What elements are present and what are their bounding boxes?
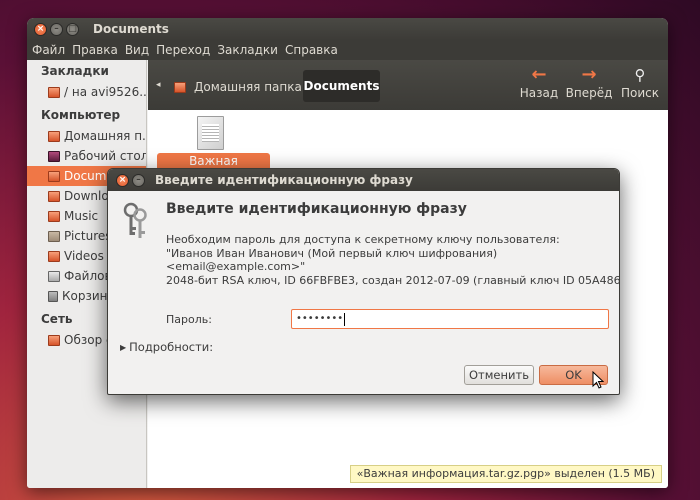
network-icon bbox=[48, 334, 60, 346]
breadcrumb-current[interactable]: Documents bbox=[303, 70, 380, 102]
dialog-title: Введите идентификационную фразу bbox=[155, 173, 413, 187]
home-folder-icon bbox=[48, 86, 60, 98]
sidebar-item-label: Pictures bbox=[64, 229, 112, 243]
menu-bookmarks[interactable]: Закладки bbox=[217, 43, 278, 57]
search-button[interactable]: ⚲ Поиск bbox=[615, 60, 665, 110]
breadcrumb-left-arrow-icon[interactable]: ◂ bbox=[156, 80, 161, 90]
info-line: Необходим пароль для доступа к секретном… bbox=[166, 233, 560, 246]
home-folder-icon bbox=[48, 130, 60, 142]
forward-button[interactable]: → Вперёд bbox=[563, 60, 615, 110]
menubar: Файл Правка Вид Переход Закладки Справка bbox=[27, 40, 668, 60]
folder-icon bbox=[48, 190, 60, 202]
sidebar-heading-computer: Компьютер bbox=[41, 108, 121, 122]
folder-icon bbox=[48, 170, 60, 182]
home-folder-icon bbox=[174, 81, 186, 93]
mouse-pointer-icon bbox=[592, 371, 604, 389]
sidebar-item-label: Videos bbox=[64, 249, 104, 263]
back-label: Назад bbox=[519, 86, 559, 100]
sidebar-item-label: Music bbox=[64, 209, 99, 223]
search-label: Поиск bbox=[620, 86, 659, 100]
password-input[interactable]: •••••••• bbox=[291, 309, 609, 329]
keys-icon bbox=[123, 202, 147, 238]
status-bar: «Важная информация.tar.gz.pgp» выделен (… bbox=[349, 465, 662, 483]
dialog-info: Необходим пароль для доступа к секретном… bbox=[166, 233, 620, 287]
menu-view[interactable]: Вид bbox=[125, 43, 149, 57]
window-title: Documents bbox=[93, 22, 169, 36]
close-icon[interactable]: × bbox=[34, 22, 47, 36]
forward-arrow-icon: → bbox=[581, 64, 597, 85]
back-arrow-icon: ← bbox=[531, 64, 547, 85]
cancel-button[interactable]: Отменить bbox=[464, 365, 534, 385]
sidebar-item-bookmark[interactable]: / на avi9526... bbox=[27, 82, 146, 102]
text-caret bbox=[344, 312, 346, 326]
folder-icon bbox=[48, 210, 60, 222]
menu-edit[interactable]: Правка bbox=[72, 43, 118, 57]
dialog-titlebar[interactable]: × – Введите идентификационную фразу bbox=[108, 169, 619, 191]
info-line: <email@example.com>" bbox=[166, 260, 306, 273]
passphrase-dialog: × – Введите идентификационную фразу Введ… bbox=[107, 168, 620, 395]
document-file-icon[interactable] bbox=[197, 116, 224, 150]
menu-file[interactable]: Файл bbox=[32, 43, 65, 57]
menu-help[interactable]: Справка bbox=[285, 43, 338, 57]
details-expander[interactable]: ▶ Подробности: bbox=[120, 340, 213, 354]
password-value: •••••••• bbox=[296, 313, 344, 324]
folder-icon bbox=[48, 250, 60, 262]
window-titlebar[interactable]: × – □ Documents bbox=[27, 18, 668, 40]
sidebar-item-label: / на avi9526... bbox=[64, 85, 146, 99]
details-label: Подробности: bbox=[129, 340, 214, 354]
breadcrumb-home[interactable]: Домашняя папка bbox=[174, 76, 302, 98]
close-icon[interactable]: × bbox=[116, 173, 129, 187]
minimize-icon[interactable]: – bbox=[132, 173, 145, 187]
dialog-heading: Введите идентификационную фразу bbox=[166, 201, 467, 217]
drive-icon bbox=[48, 270, 60, 282]
expander-triangle-icon: ▶ bbox=[120, 342, 127, 352]
password-label: Пароль: bbox=[166, 313, 212, 326]
menu-go[interactable]: Переход bbox=[156, 43, 210, 57]
info-line: "Иванов Иван Иванович (Мой первый ключ ш… bbox=[166, 246, 498, 260]
folder-icon bbox=[48, 230, 60, 242]
toolbar: ◂ Домашняя папка Documents ← Назад → Впе… bbox=[148, 60, 668, 110]
sidebar-item-label: Рабочий стол bbox=[64, 149, 146, 163]
forward-label: Вперёд bbox=[565, 86, 613, 100]
sidebar-item-home[interactable]: Домашняя п... bbox=[27, 126, 146, 146]
sidebar-heading-bookmarks: Закладки bbox=[41, 64, 109, 78]
desktop-icon bbox=[48, 150, 60, 162]
breadcrumb-home-label: Домашняя папка bbox=[194, 80, 302, 94]
trash-icon bbox=[48, 290, 58, 302]
search-icon: ⚲ bbox=[634, 66, 646, 84]
sidebar-item-desktop[interactable]: Рабочий стол bbox=[27, 146, 146, 166]
maximize-icon[interactable]: □ bbox=[66, 22, 79, 36]
info-line: 2048-бит RSA ключ, ID 66FBFBE3, создан 2… bbox=[166, 273, 620, 287]
back-button[interactable]: ← Назад bbox=[515, 60, 563, 110]
minimize-icon[interactable]: – bbox=[50, 22, 63, 36]
sidebar-item-label: Домашняя п... bbox=[64, 129, 146, 143]
file-label[interactable]: Важная bbox=[157, 153, 270, 169]
